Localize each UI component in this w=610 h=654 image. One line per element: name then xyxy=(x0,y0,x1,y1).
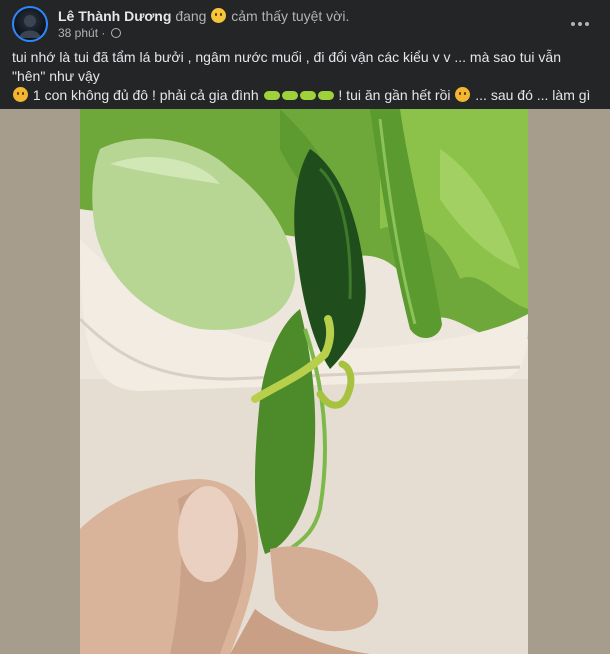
crying-face-icon xyxy=(455,87,471,102)
food-photo-illustration xyxy=(80,109,528,654)
feeling-prefix: đang xyxy=(175,8,207,24)
globe-icon xyxy=(110,28,121,38)
confused-face-icon xyxy=(13,87,28,102)
avatar-icon xyxy=(19,15,41,38)
caterpillar-icon xyxy=(317,91,334,100)
photo-container[interactable] xyxy=(0,109,610,654)
author-line: Lê Thành Dương đang cảm thấy tuyệt vời. xyxy=(58,7,349,25)
author-name[interactable]: Lê Thành Dương xyxy=(58,8,171,24)
smiling-face-icon xyxy=(211,8,227,23)
post-meta: 38 phút · xyxy=(58,26,121,40)
post-photo[interactable] xyxy=(80,109,528,654)
more-options-button[interactable] xyxy=(564,8,596,40)
caterpillar-icon xyxy=(281,91,298,100)
post-text-part2: 1 con không đủ đô ! phải cả gia đình xyxy=(32,87,259,103)
facebook-post: Lê Thành Dương đang cảm thấy tuyệt vời. … xyxy=(0,0,610,654)
post-header: Lê Thành Dương đang cảm thấy tuyệt vời. … xyxy=(12,6,598,42)
author-avatar[interactable] xyxy=(12,6,48,42)
caterpillar-icon xyxy=(263,91,280,100)
more-horizontal-icon xyxy=(571,22,575,26)
meta-separator: · xyxy=(101,26,106,40)
post-time[interactable]: 38 phút xyxy=(58,26,98,40)
feeling-text[interactable]: cảm thấy tuyệt vời. xyxy=(231,8,349,24)
caterpillar-icon xyxy=(299,91,316,100)
post-text-part1: tui nhớ là tui đã tẩm lá bưởi , ngâm nướ… xyxy=(12,49,561,84)
post-text-part3: ! tui ăn gần hết rồi xyxy=(338,87,451,103)
